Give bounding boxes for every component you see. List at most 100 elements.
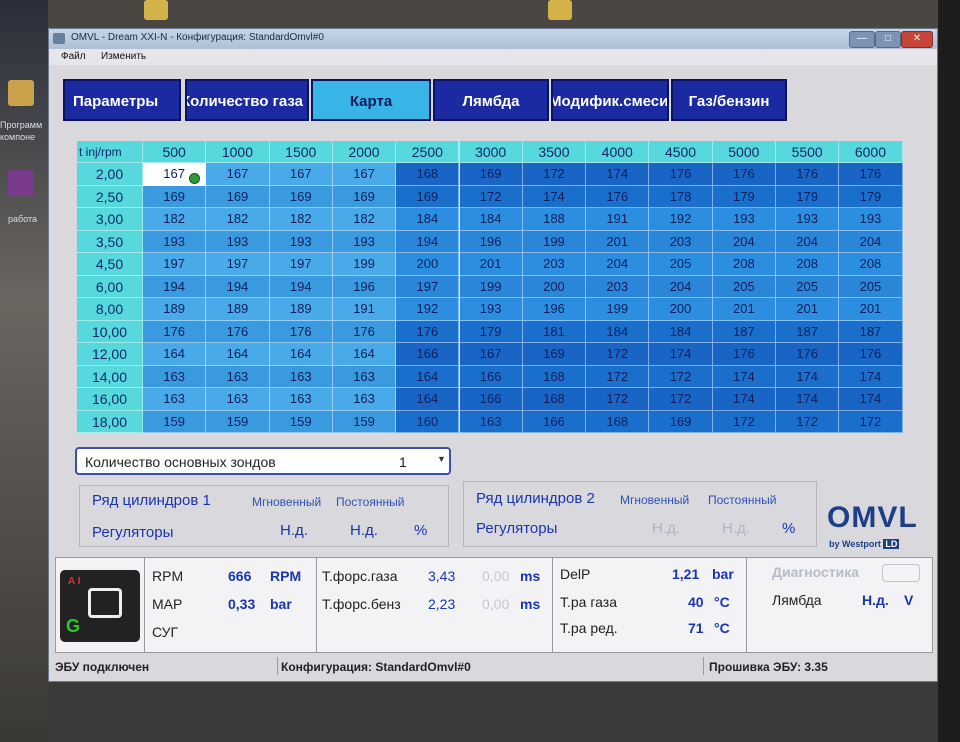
map-cell[interactable]: 201 (839, 298, 903, 321)
map-cell[interactable]: 167 (332, 163, 397, 186)
map-cell[interactable]: 166 (459, 388, 523, 411)
map-cell[interactable]: 176 (839, 163, 903, 186)
map-cell[interactable]: 194 (396, 230, 460, 253)
map-cell[interactable]: 189 (206, 298, 270, 321)
map-cell[interactable]: 208 (776, 253, 840, 276)
map-cell[interactable]: 172 (586, 343, 650, 366)
map-cell[interactable]: 199 (586, 298, 650, 321)
map-cell[interactable]: 200 (522, 275, 587, 298)
map-cell[interactable]: 176 (712, 163, 776, 186)
map-cell[interactable]: 208 (839, 253, 903, 276)
map-cell[interactable]: 193 (332, 230, 397, 253)
chevron-down-icon[interactable]: ▼ (437, 454, 446, 464)
map-cell[interactable]: 174 (522, 185, 587, 208)
map-cell[interactable]: 168 (522, 388, 587, 411)
map-cell[interactable]: 160 (396, 410, 460, 433)
desktop-folder-icon[interactable] (8, 80, 34, 106)
map-cell[interactable]: 174 (839, 388, 903, 411)
map-cell[interactable]: 176 (776, 343, 840, 366)
map-cell[interactable]: 187 (776, 320, 840, 343)
map-cell[interactable]: 200 (649, 298, 713, 321)
desktop-shortcut-icon[interactable] (144, 0, 168, 20)
map-cell[interactable]: 201 (459, 253, 523, 276)
map-cell[interactable]: 169 (649, 410, 713, 433)
desktop-archive-icon[interactable] (8, 170, 34, 196)
map-cell[interactable]: 189 (269, 298, 333, 321)
map-cell[interactable]: 191 (586, 208, 650, 231)
map-cell[interactable]: 203 (522, 253, 587, 276)
map-cell[interactable]: 197 (269, 253, 333, 276)
map-cell[interactable]: 174 (712, 388, 776, 411)
map-cell[interactable]: 179 (776, 185, 840, 208)
map-cell[interactable]: 176 (776, 163, 840, 186)
map-cell[interactable]: 169 (332, 185, 397, 208)
map-cell[interactable]: 187 (712, 320, 776, 343)
menu-file[interactable]: Файл (61, 51, 86, 62)
map-cell[interactable]: 169 (206, 185, 270, 208)
map-cell[interactable]: 174 (649, 343, 713, 366)
map-cell[interactable]: 179 (459, 320, 523, 343)
map-cell[interactable]: 197 (143, 253, 207, 276)
map-cell[interactable]: 205 (839, 275, 903, 298)
map-cell[interactable]: 168 (396, 163, 460, 186)
tab-parameters[interactable]: Параметры (63, 79, 181, 121)
map-cell[interactable]: 176 (143, 320, 207, 343)
map-cell[interactable]: 169 (143, 185, 207, 208)
map-cell[interactable]: 193 (143, 230, 207, 253)
map-cell[interactable]: 159 (269, 410, 333, 433)
maximize-button[interactable]: □ (875, 31, 901, 48)
map-cell[interactable]: 172 (459, 185, 523, 208)
map-cell[interactable]: 179 (712, 185, 776, 208)
map-cell[interactable]: 163 (143, 365, 207, 388)
map-cell[interactable]: 193 (459, 298, 523, 321)
map-cell[interactable]: 182 (332, 208, 397, 231)
map-cell[interactable]: 172 (522, 163, 587, 186)
map-cell[interactable]: 193 (206, 230, 270, 253)
map-cell[interactable]: 159 (143, 410, 207, 433)
map-cell[interactable]: 181 (522, 320, 587, 343)
map-cell[interactable]: 166 (396, 343, 460, 366)
map-cell[interactable]: 192 (649, 208, 713, 231)
tab-gas-petrol[interactable]: Газ/бензин (671, 79, 787, 121)
map-cell[interactable]: 176 (396, 320, 460, 343)
map-cell[interactable]: 192 (396, 298, 460, 321)
map-cell[interactable]: 187 (839, 320, 903, 343)
map-cell[interactable]: 197 (396, 275, 460, 298)
map-cell[interactable]: 174 (839, 365, 903, 388)
map-cell[interactable]: 199 (332, 253, 397, 276)
map-cell[interactable]: 164 (269, 343, 333, 366)
map-cell[interactable]: 194 (143, 275, 207, 298)
map-cell[interactable]: 204 (839, 230, 903, 253)
map-cell[interactable]: 184 (459, 208, 523, 231)
map-cell[interactable]: 204 (586, 253, 650, 276)
map-cell[interactable]: 174 (776, 365, 840, 388)
map-cell[interactable]: 172 (586, 388, 650, 411)
map-cell[interactable]: 205 (649, 253, 713, 276)
map-cell[interactable]: 164 (396, 365, 460, 388)
map-cell[interactable]: 176 (206, 320, 270, 343)
map-cell[interactable]: 193 (712, 208, 776, 231)
map-cell[interactable]: 176 (839, 343, 903, 366)
map-cell[interactable]: 204 (776, 230, 840, 253)
map-cell[interactable]: 201 (586, 230, 650, 253)
map-cell[interactable]: 164 (143, 343, 207, 366)
map-cell[interactable]: 203 (586, 275, 650, 298)
map-cell[interactable]: 184 (649, 320, 713, 343)
map-cell[interactable]: 163 (332, 365, 397, 388)
sensor-count-select[interactable]: Количество основных зондов 1 ▼ (75, 447, 451, 475)
map-cell[interactable]: 164 (206, 343, 270, 366)
map-cell[interactable]: 201 (776, 298, 840, 321)
map-cell[interactable]: 169 (396, 185, 460, 208)
map-cell[interactable]: 199 (522, 230, 587, 253)
map-cell[interactable]: 163 (206, 365, 270, 388)
map-cell[interactable]: 193 (776, 208, 840, 231)
map-cell[interactable]: 166 (459, 365, 523, 388)
map-cell[interactable]: 197 (206, 253, 270, 276)
map-cell[interactable]: 176 (269, 320, 333, 343)
map-cell[interactable]: 189 (143, 298, 207, 321)
map-cell[interactable]: 169 (522, 343, 587, 366)
map-cell[interactable]: 167 (269, 163, 333, 186)
map-cell[interactable]: 174 (776, 388, 840, 411)
menu-edit[interactable]: Изменить (101, 51, 146, 62)
diagnostics-title[interactable]: Диагностика (772, 564, 859, 580)
